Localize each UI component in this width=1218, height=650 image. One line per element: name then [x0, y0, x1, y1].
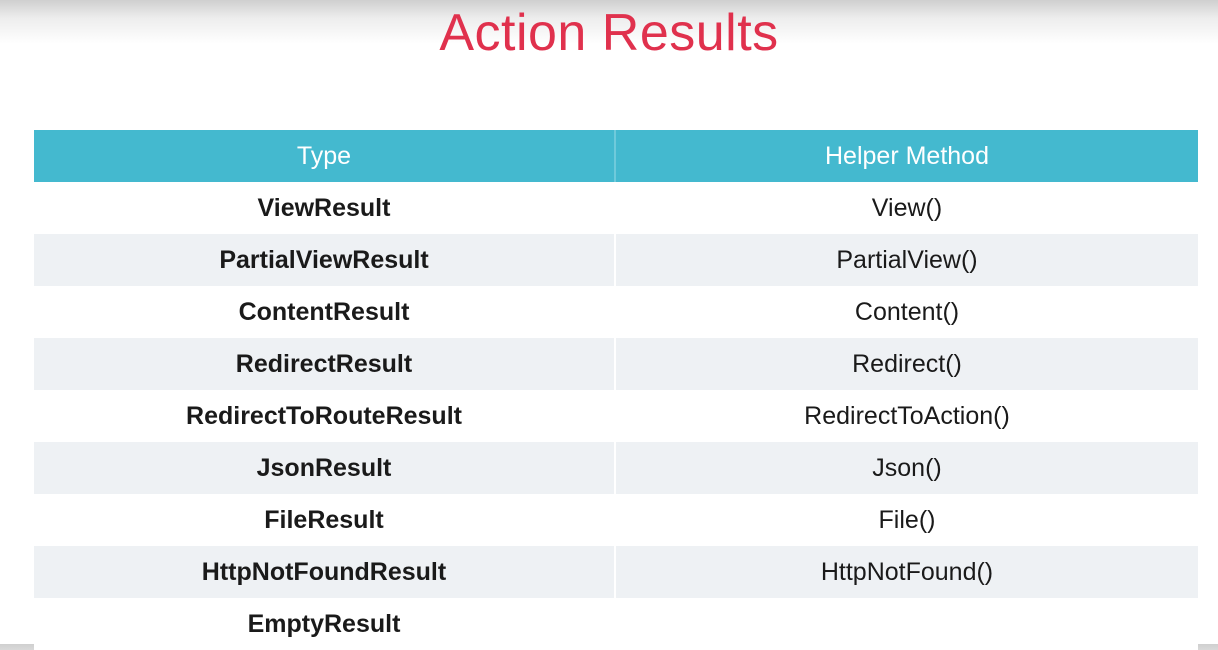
header-row: Type Helper Method: [34, 130, 1198, 182]
helper-method-cell: [615, 598, 1198, 650]
helper-method-cell: Redirect(): [615, 338, 1198, 390]
type-cell: RedirectResult: [34, 338, 616, 390]
helper-method-cell: File(): [615, 494, 1198, 546]
table-row: PartialViewResult PartialView(): [34, 234, 1198, 286]
table-row: JsonResult Json(): [34, 442, 1198, 494]
type-cell: ViewResult: [34, 182, 616, 234]
header-type: Type: [34, 130, 616, 182]
helper-method-cell: Json(): [615, 442, 1198, 494]
type-cell: FileResult: [34, 494, 616, 546]
type-cell: ContentResult: [34, 286, 616, 338]
table-header: Type Helper Method: [34, 130, 1198, 182]
action-results-table: Type Helper Method ViewResult View() Par…: [34, 130, 1198, 650]
slide: { "title": "Action Results", "colors": {…: [0, 0, 1218, 650]
table-row: ViewResult View(): [34, 182, 1198, 234]
helper-method-cell: Content(): [615, 286, 1198, 338]
type-cell: RedirectToRouteResult: [34, 390, 616, 442]
type-cell: EmptyResult: [34, 598, 616, 650]
helper-method-cell: HttpNotFound(): [615, 546, 1198, 598]
table-row: RedirectResult Redirect(): [34, 338, 1198, 390]
table-row: ContentResult Content(): [34, 286, 1198, 338]
table-row: EmptyResult: [34, 598, 1198, 650]
type-cell: JsonResult: [34, 442, 616, 494]
type-cell: PartialViewResult: [34, 234, 616, 286]
table-body: ViewResult View() PartialViewResult Part…: [34, 182, 1198, 650]
table-row: RedirectToRouteResult RedirectToAction(): [34, 390, 1198, 442]
type-cell: HttpNotFoundResult: [34, 546, 616, 598]
helper-method-cell: View(): [615, 182, 1198, 234]
slide-title: Action Results: [439, 4, 779, 62]
table-row: FileResult File(): [34, 494, 1198, 546]
header-helper-method: Helper Method: [615, 130, 1198, 182]
helper-method-cell: RedirectToAction(): [615, 390, 1198, 442]
helper-method-cell: PartialView(): [615, 234, 1198, 286]
table-row: HttpNotFoundResult HttpNotFound(): [34, 546, 1198, 598]
